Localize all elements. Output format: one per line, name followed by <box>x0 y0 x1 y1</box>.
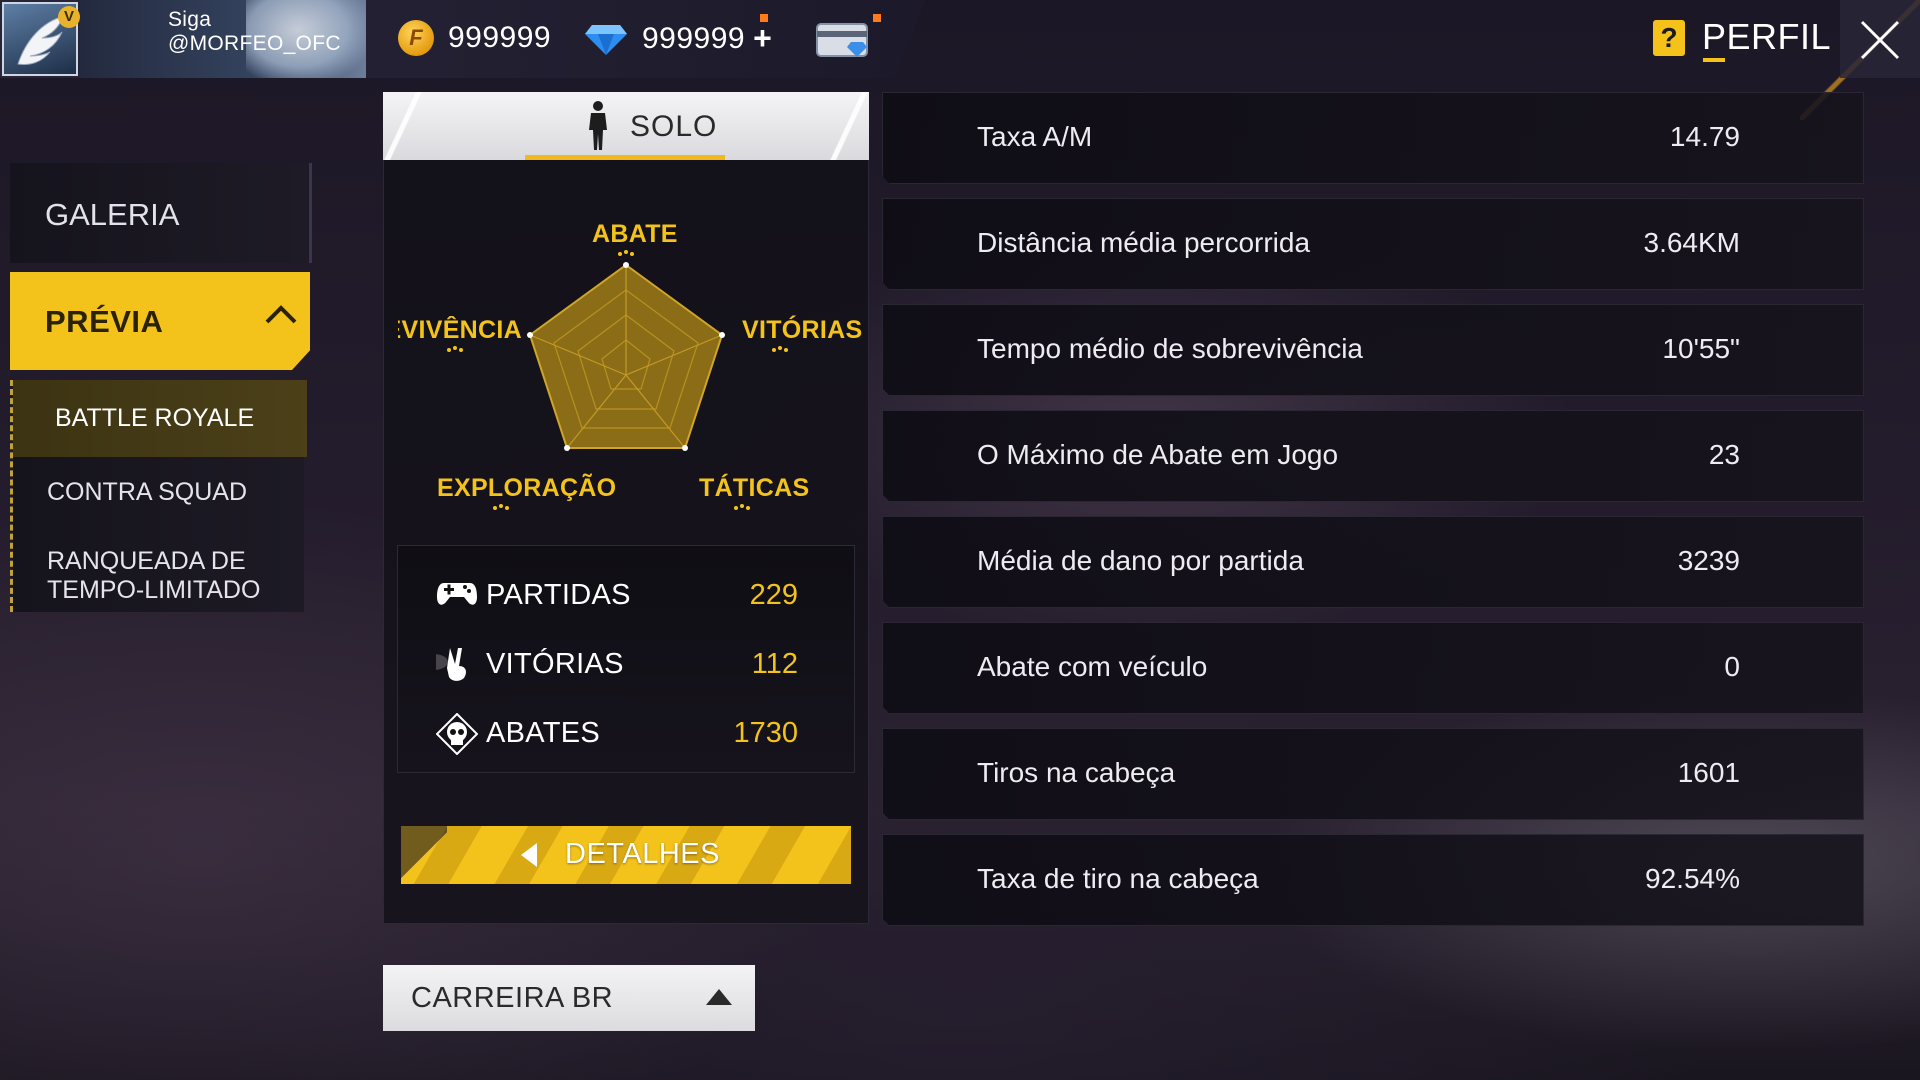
list-item-label: Distância média percorrida <box>977 227 1311 258</box>
stat-row-vitorias: VITÓRIAS 112 <box>398 634 856 694</box>
stat-label-vitorias: VITÓRIAS <box>486 648 624 680</box>
stat-value-abates: 1730 <box>733 717 798 749</box>
diamond-value: 999999 <box>642 21 746 55</box>
stat-value-vitorias: 112 <box>751 648 798 680</box>
close-icon <box>1860 20 1900 60</box>
skull-icon <box>436 713 478 755</box>
radar-label-taticas: TÁTICAS <box>699 474 810 502</box>
gold-coin-icon: F <box>398 20 434 56</box>
title-underline <box>1703 58 1725 62</box>
list-item-label: O Máximo de Abate em Jogo <box>977 439 1339 470</box>
stat-row-partidas: PARTIDAS 229 <box>398 565 856 625</box>
card-notification-dot <box>873 14 881 22</box>
profile-name: Siga @MORFEO_OFC <box>168 8 341 55</box>
diamond-currency[interactable]: 999999 + <box>584 20 772 57</box>
diamond-icon <box>585 24 627 55</box>
radar-label-abate: ABATE <box>592 220 678 248</box>
list-item: Tempo médio de sobrevivência 10'55" <box>882 304 1864 396</box>
list-item: Taxa de tiro na cabeça 92.54% <box>882 834 1864 926</box>
list-item-label: Abate com veículo <box>977 651 1208 682</box>
list-item-label: Tiros na cabeça <box>977 757 1176 788</box>
profile-banner[interactable]: Siga @MORFEO_OFC <box>80 0 366 78</box>
membership-card-icon[interactable] <box>815 20 873 65</box>
list-item: O Máximo de Abate em Jogo 23 <box>882 410 1864 502</box>
sub-item-contra-squad[interactable]: CONTRA SQUAD <box>13 480 307 505</box>
arrow-left-icon <box>521 843 537 867</box>
list-item-value: 10'55" <box>1662 333 1740 364</box>
stat-row-abates: ABATES 1730 <box>398 703 856 763</box>
career-select-label: CARREIRA BR <box>411 982 614 1014</box>
victory-hand-icon <box>436 648 467 681</box>
details-button[interactable]: DETALHES <box>401 826 851 884</box>
page-title: PERFIL <box>1702 16 1832 57</box>
list-item: Tiros na cabeça 1601 <box>882 728 1864 820</box>
list-item-value: 3239 <box>1677 545 1740 576</box>
button-decoration <box>401 826 447 884</box>
gold-value: 999999 <box>448 21 552 54</box>
career-select[interactable]: CARREIRA BR <box>383 965 755 1031</box>
add-diamonds-button[interactable]: + <box>753 20 772 57</box>
list-item-label: Tempo médio de sobrevivência <box>977 333 1363 364</box>
nav-previa-label: PRÉVIA <box>45 304 164 339</box>
radar-grid <box>527 262 725 451</box>
sub-item-ranqueada[interactable]: RANQUEADA DE TEMPO-LIMITADO <box>13 547 293 605</box>
gamepad-icon <box>437 583 477 605</box>
list-item-value: 23 <box>1708 439 1740 470</box>
tab-decoration <box>829 92 869 160</box>
caret-up-icon <box>706 989 732 1005</box>
list-item-value: 1601 <box>1677 757 1740 788</box>
avatar[interactable]: V <box>2 2 80 76</box>
sub-nav: BATTLE ROYALE CONTRA SQUAD RANQUEADA DE … <box>10 380 307 612</box>
tab-solo-label: SOLO <box>630 110 718 143</box>
soldier-icon <box>589 101 607 150</box>
sub-item-battle-royale[interactable]: BATTLE ROYALE <box>13 380 307 457</box>
notification-dot <box>760 14 768 22</box>
tab-solo[interactable]: SOLO <box>383 92 869 160</box>
radar-label-sobrevivencia: SOBREVIVÊNCIA <box>398 316 522 344</box>
list-item-label: Taxa de tiro na cabeça <box>977 863 1259 894</box>
radar-label-exploracao: EXPLORAÇÃO <box>437 474 617 502</box>
stat-value-partidas: 229 <box>749 579 798 611</box>
list-item-value: 92.54% <box>1645 863 1740 894</box>
stat-label-partidas: PARTIDAS <box>486 579 631 611</box>
list-item: Média de dano por partida 3239 <box>882 516 1864 608</box>
help-icon[interactable]: ? <box>1653 20 1685 56</box>
list-item: Taxa A/M 14.79 <box>882 92 1864 184</box>
close-button[interactable] <box>1840 0 1920 78</box>
list-item: Abate com veículo 0 <box>882 622 1864 714</box>
tab-decoration <box>383 92 423 160</box>
list-item-value: 0 <box>1724 651 1740 682</box>
summary-stats: PARTIDAS 229 VITÓRIAS 112 ABATES 1730 <box>397 545 855 773</box>
list-item-value: 14.79 <box>1669 121 1740 152</box>
list-item-value: 3.64KM <box>1643 227 1740 258</box>
stat-label-abates: ABATES <box>486 717 601 749</box>
list-item: Distância média percorrida 3.64KM <box>882 198 1864 290</box>
nav-galeria[interactable]: GALERIA <box>10 163 312 263</box>
nav-galeria-label: GALERIA <box>45 197 180 232</box>
nav-previa[interactable]: PRÉVIA <box>10 272 310 370</box>
chevron-up-icon <box>265 305 297 324</box>
vip-badge: V <box>58 6 80 28</box>
radar-label-vitorias: VITÓRIAS <box>742 316 863 344</box>
gold-currency[interactable]: F 999999 <box>398 20 551 56</box>
list-item-label: Média de dano por partida <box>977 545 1304 576</box>
details-button-label: DETALHES <box>565 838 720 870</box>
list-item-label: Taxa A/M <box>977 121 1093 152</box>
